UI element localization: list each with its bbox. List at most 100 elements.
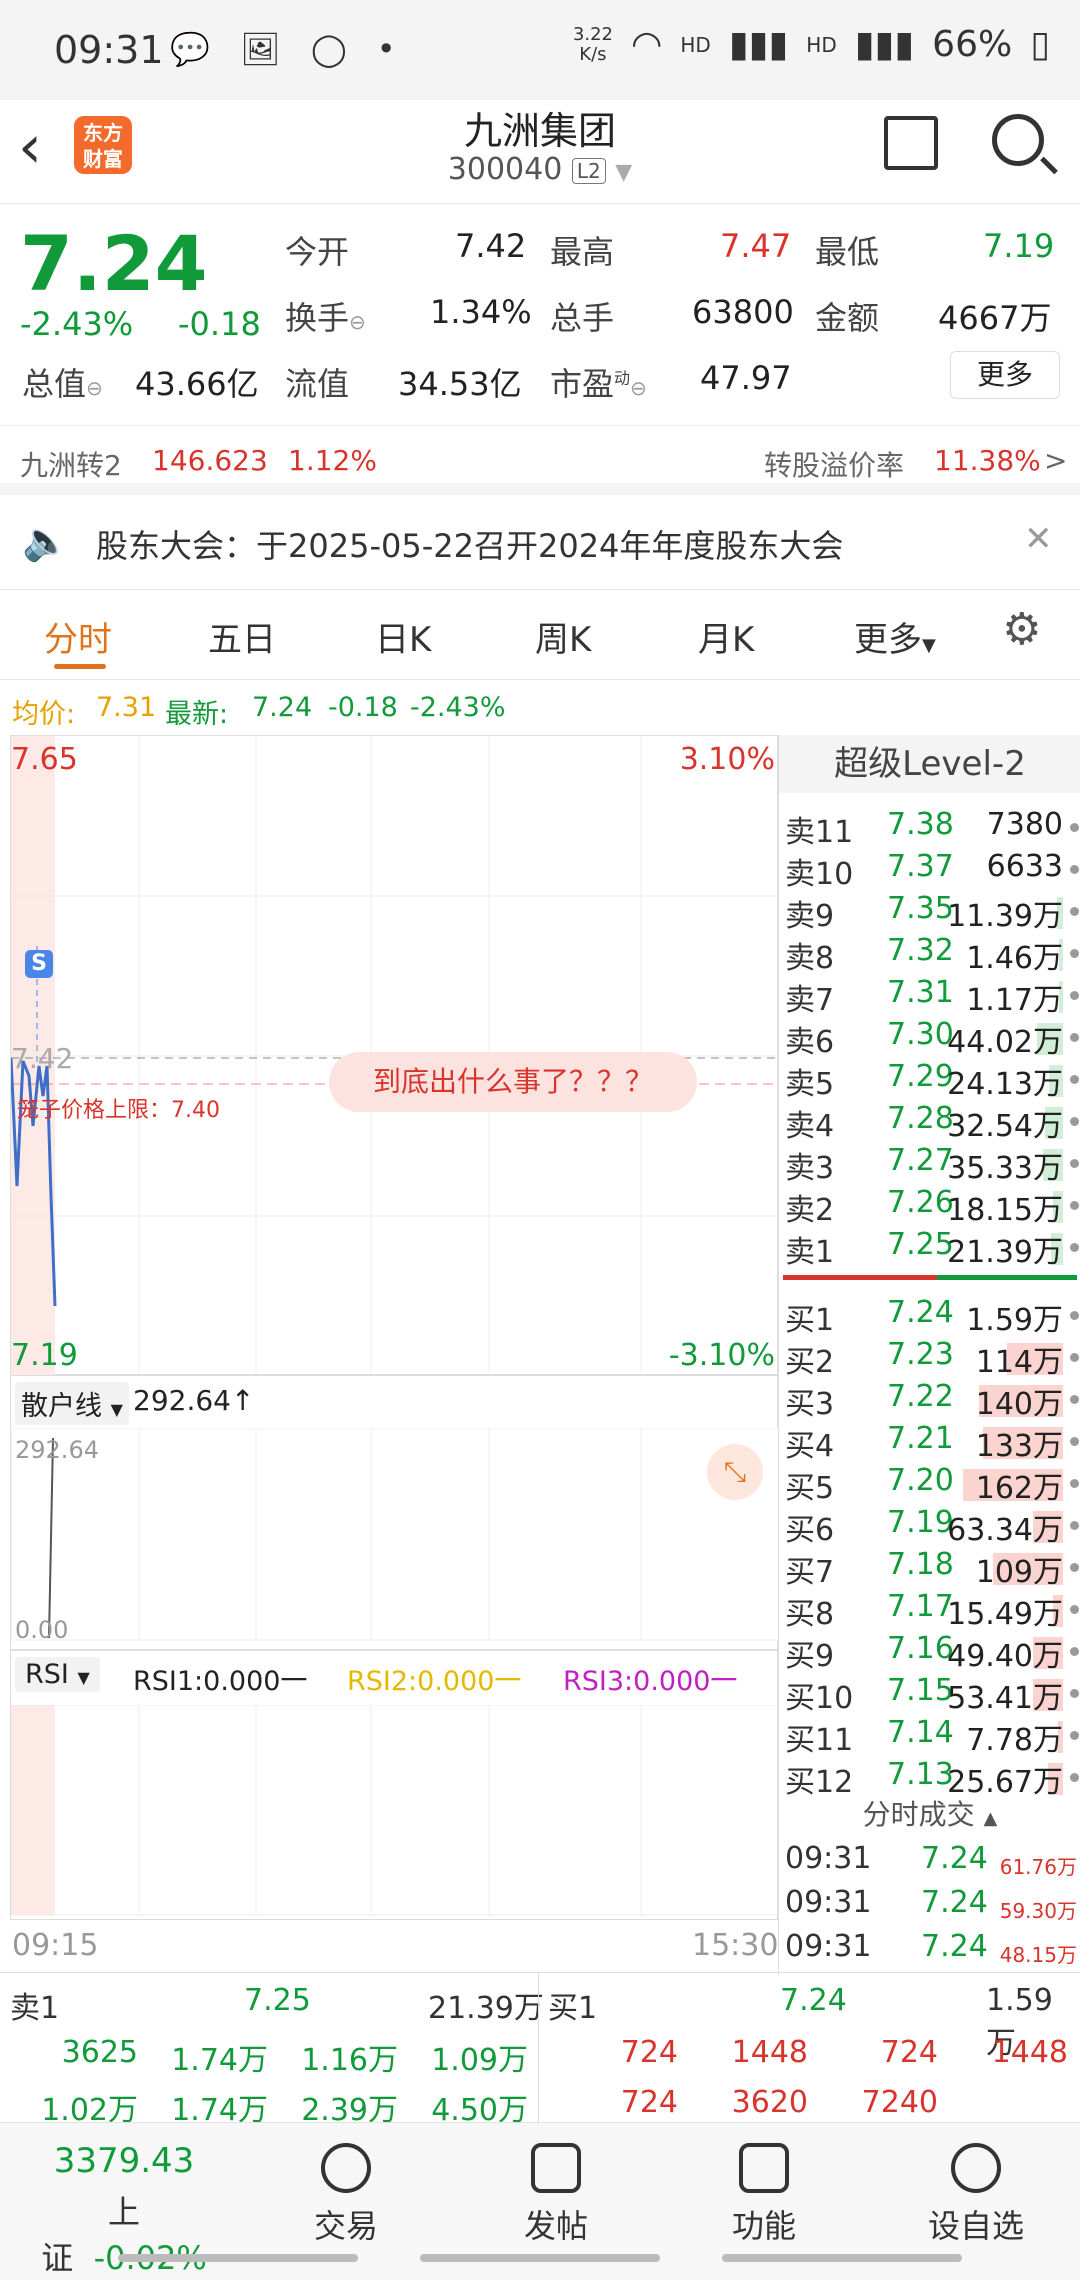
retail-top-label: 292.64	[15, 1436, 99, 1464]
bid-price: 7.23	[887, 1337, 954, 1372]
expand-icon[interactable]: ⤡	[707, 1444, 763, 1500]
detail-cell: 1448	[731, 2035, 808, 2070]
notification-icons: 💬 🖼 ◯ •	[170, 30, 406, 68]
order-dot	[1070, 1563, 1079, 1572]
ask-price: 7.31	[887, 975, 954, 1010]
last-percent: -2.43%	[410, 692, 506, 723]
comment-bubble[interactable]: 到底出什么事了？？？	[329, 1052, 697, 1112]
rsi2-value: RSI2:0.000一	[347, 1666, 522, 1697]
nav-function[interactable]: 功能	[684, 2143, 844, 2247]
gesture-bar-right	[722, 2254, 962, 2262]
order-dot	[1070, 1605, 1079, 1614]
pe-value: 47.97	[700, 359, 792, 397]
last-value: 7.24	[252, 692, 313, 723]
ask-row: 卖8 7.32 1.46万	[779, 933, 1080, 976]
detail-cell: 724	[620, 2085, 678, 2120]
ask-level: 卖10	[785, 857, 854, 892]
intraday-chart[interactable]: 7.65 3.10% 7.19 -3.10% 7.42 笼子价格上限：7.40 …	[10, 735, 779, 1376]
volume-label: 总手	[550, 299, 615, 337]
bid-price: 7.16	[887, 1631, 954, 1666]
gear-icon[interactable]: ⚙	[1002, 604, 1041, 655]
tick-row: 09:31 7.24 61.76万	[779, 1841, 1080, 1883]
clock: 09:31	[54, 28, 164, 72]
signal-marker[interactable]: S	[25, 950, 53, 978]
ask-volume: 32.54万	[947, 1109, 1063, 1144]
chevron-down-icon: ▼	[615, 160, 633, 185]
code-text: 300040	[447, 152, 563, 187]
bid-row: 买4 7.21 133万	[779, 1421, 1080, 1464]
bottom-bid-price: 7.24	[780, 1983, 847, 2018]
l2-badge: L2	[571, 157, 606, 184]
market-cap-label-text: 总值	[22, 365, 87, 403]
indicator-select[interactable]: 散户线 ▼	[15, 1382, 129, 1425]
chart-tabs: 分时 五日 日K 周K 月K 更多▼ ⚙	[0, 590, 1080, 680]
turnover-label[interactable]: 换手⊖	[285, 293, 366, 339]
chevron-down-icon: ▼	[922, 635, 936, 656]
tab-more[interactable]: 更多▼	[854, 612, 936, 661]
retail-bottom-label: 0.00	[15, 1616, 69, 1644]
bid-price: 7.20	[887, 1463, 954, 1498]
tick-row: 09:31 7.24 59.30万	[779, 1885, 1080, 1927]
nav-add-watch[interactable]: 设自选	[896, 2143, 1056, 2247]
order-dot	[1070, 823, 1079, 832]
bottom-ask-volume: 21.39万	[428, 1991, 544, 2026]
tab-intraday[interactable]: 分时	[44, 612, 112, 661]
ask-price: 7.27	[887, 1143, 954, 1178]
ask-price: 7.35	[887, 891, 954, 926]
convertible-bond-row[interactable]: 九洲转2 146.623 1.12% 转股溢价率 11.38% >	[0, 425, 1080, 495]
edit-icon	[531, 2143, 581, 2193]
notice-bar[interactable]: 🔈 股东大会：于2025-05-22召开2024年年度股东大会 ✕	[0, 495, 1080, 590]
bid-row: 买5 7.20 162万	[779, 1463, 1080, 1506]
chevron-down-icon: ▼	[77, 1668, 90, 1687]
level2-title[interactable]: 超级Level-2	[779, 735, 1080, 793]
market-cap-label[interactable]: 总值⊖	[22, 359, 103, 405]
share-icon[interactable]	[884, 116, 938, 170]
ask-price: 7.30	[887, 1017, 954, 1052]
ask-price: 7.38	[887, 807, 954, 842]
open-value: 7.42	[455, 227, 527, 265]
info-icon: ⊖	[86, 376, 103, 400]
ask-row: 卖2 7.26 18.15万	[779, 1185, 1080, 1228]
order-dot	[1070, 865, 1079, 874]
bid-volume: 53.41万	[947, 1681, 1063, 1716]
tab-monthly-k[interactable]: 月K	[698, 612, 754, 661]
tab-more-label: 更多	[854, 620, 922, 660]
tab-five-day[interactable]: 五日	[208, 612, 276, 661]
tab-daily-k[interactable]: 日K	[375, 612, 431, 661]
tab-weekly-k[interactable]: 周K	[535, 612, 591, 661]
open-price-label: 7.42	[11, 1042, 74, 1075]
bid-row: 买7 7.18 109万	[779, 1547, 1080, 1590]
bottom-ask-price: 7.25	[244, 1983, 311, 2018]
ask-price: 7.28	[887, 1101, 954, 1136]
rsi-panel: RSI ▼ RSI1:0.000一 RSI2:0.000一 RSI3:0.000…	[10, 1650, 779, 1920]
active-tab-indicator	[54, 664, 106, 669]
search-icon[interactable]	[992, 114, 1044, 166]
bid-volume: 7.78万	[966, 1723, 1063, 1758]
nav-add-watch-label: 设自选	[927, 2207, 1024, 2245]
tick-price: 7.24	[921, 1885, 988, 1920]
ask-price: 7.25	[887, 1227, 954, 1262]
close-icon[interactable]: ✕	[1024, 519, 1053, 559]
detail-cell: 7240	[861, 2085, 938, 2120]
order-dot	[1070, 907, 1079, 916]
rsi-select[interactable]: RSI ▼	[15, 1657, 100, 1692]
bid-level: 买11	[785, 1723, 854, 1758]
bid-volume: 109万	[975, 1555, 1063, 1590]
detail-cell: 724	[620, 2035, 678, 2070]
bid-volume: 63.34万	[947, 1513, 1063, 1548]
ticks-header[interactable]: 分时成交 ▲	[779, 1793, 1080, 1833]
bid-level: 买4	[785, 1429, 835, 1464]
index-value: 3379.43	[53, 2141, 195, 2181]
nav-trade[interactable]: 交易	[266, 2143, 426, 2247]
nav-trade-label: 交易	[313, 2207, 378, 2245]
ask-volume: 6633	[986, 849, 1063, 884]
ask-volume: 21.39万	[947, 1235, 1063, 1270]
nav-post[interactable]: 发帖	[476, 2143, 636, 2247]
tick-time: 09:31	[785, 1929, 872, 1964]
more-button[interactable]: 更多	[950, 351, 1060, 399]
pe-label[interactable]: 市盈动⊖	[550, 359, 647, 405]
rsi-canvas	[11, 1705, 779, 1916]
hd-badge-2: HD	[806, 32, 837, 57]
bid-volume: 162万	[975, 1471, 1063, 1506]
chevron-up-icon: ▲	[983, 1808, 998, 1829]
